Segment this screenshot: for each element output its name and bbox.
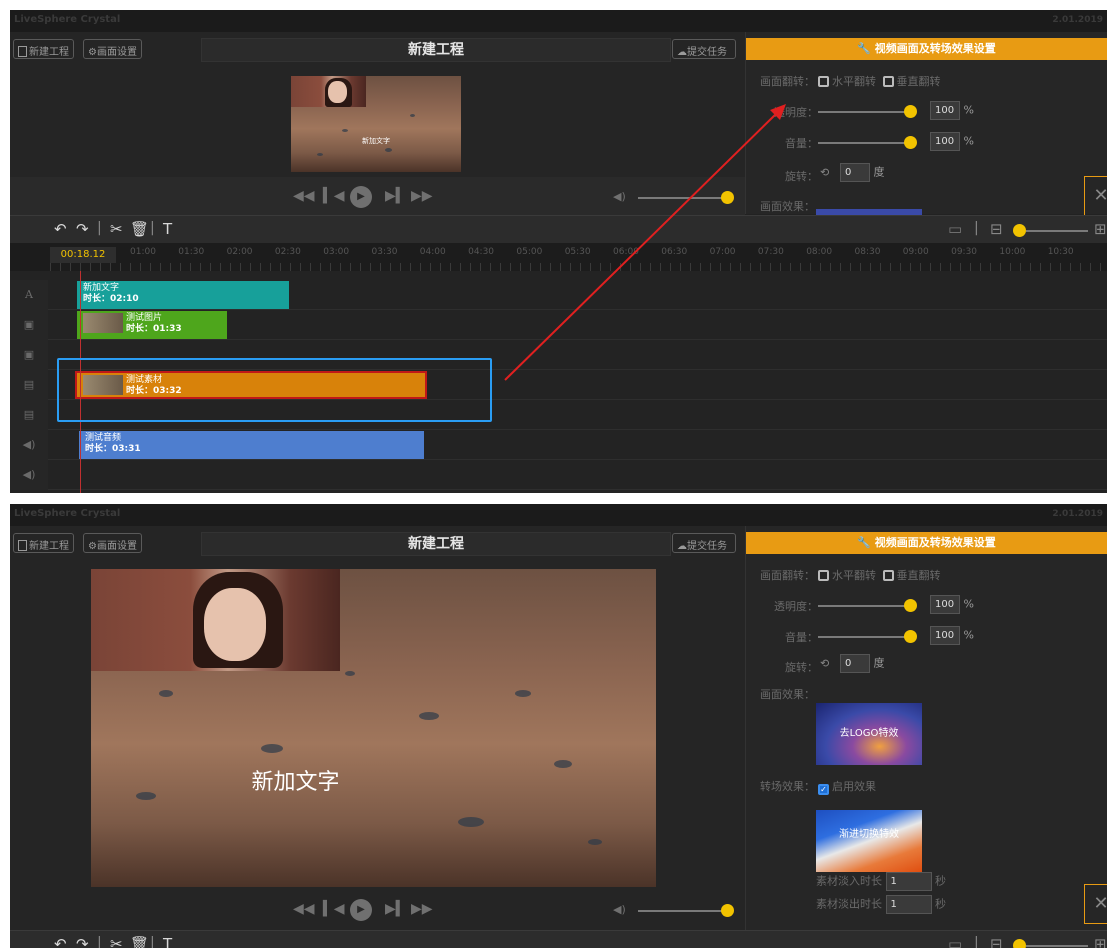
opacity-slider[interactable] (818, 605, 910, 607)
zoom-slider-knob[interactable] (1013, 939, 1026, 948)
volume-input[interactable]: 100 % (930, 626, 974, 645)
preview-overlay-text: 新加文字 (251, 770, 340, 795)
monitor-icon[interactable]: ▭ (948, 935, 962, 948)
fade-in-input[interactable]: 1 (885, 872, 932, 891)
zoom-out-icon[interactable]: ⊟ (990, 935, 1003, 948)
gear-icon: ⚙ (88, 541, 97, 552)
trash-icon[interactable]: 🗑 (130, 935, 149, 948)
transition-effect-thumbnail[interactable]: 渐进切换特效 (816, 810, 922, 872)
fade-out-row: 素材淡出时长 1 秒 (816, 895, 946, 914)
volume-label: 音量： (785, 631, 818, 644)
settings-panel: 🔧 视频画面及转场效果设置 画面翻转： 水平翻转 垂直翻转 透明度： 100 % … (745, 526, 1107, 930)
transition-row: 转场效果： ✓ 启用效果 (760, 780, 876, 795)
project-title: 新建工程 (201, 532, 671, 556)
play-button[interactable]: ▶ (350, 899, 372, 921)
submit-task-button[interactable]: ☁提交任务 (672, 533, 736, 553)
new-project-button[interactable]: 新建工程 (13, 533, 74, 553)
flip-vertical-checkbox[interactable] (882, 570, 894, 581)
app-title: LiveSphere Crystal (14, 508, 121, 519)
toolbar-divider: | (150, 935, 155, 948)
title-bar: LiveSphere Crystal 2.01.2019 (10, 504, 1107, 526)
fade-out-input[interactable]: 1 (885, 895, 932, 914)
cloud-upload-icon: ☁ (677, 541, 687, 552)
flip-horizontal-checkbox[interactable] (818, 570, 829, 581)
step-forward-icon[interactable]: ▶▍ (385, 901, 407, 917)
app-title-right: 2.01.2019 (1052, 509, 1103, 519)
video-preview: 新加文字 (91, 569, 656, 887)
annotation-arrow (504, 104, 786, 381)
document-icon (18, 540, 27, 551)
screenshot-top: LiveSphere Crystal 2.01.2019 新建工程 ⚙画面设置 … (10, 10, 1107, 493)
canvas-settings-button[interactable]: ⚙画面设置 (83, 533, 142, 553)
fast-forward-icon[interactable]: ▶▶ (411, 901, 433, 917)
screenshot-bottom: LiveSphere Crystal 2.01.2019 新建工程 ⚙画面设置 … (10, 504, 1107, 948)
undo-icon[interactable]: ↶ (54, 935, 67, 948)
settings-panel-header: 🔧 视频画面及转场效果设置 (746, 532, 1107, 554)
toolbar-divider: | (97, 935, 102, 948)
redo-icon[interactable]: ↷ (76, 935, 89, 948)
clip-volume-slider[interactable] (818, 636, 910, 638)
flip-row: 画面翻转： 水平翻转 垂直翻转 (760, 569, 941, 582)
zoom-in-icon[interactable]: ⊞ (1094, 935, 1107, 948)
volume-slider[interactable] (638, 910, 728, 912)
rotate-icon[interactable]: ⟲ (820, 657, 829, 670)
playback-controls: ◀◀ ▍◀ ▶ ▶▍ ▶▶ ◀) (10, 890, 745, 930)
toolbar-divider: | (974, 935, 979, 948)
rotate-input[interactable]: 0 度 (840, 654, 885, 673)
opacity-input[interactable]: 100 % (930, 595, 974, 614)
timeline-toolbar: ↶ ↷ | ✂ 🗑 | T ▭ | ⊟ ⊞ (10, 930, 1107, 948)
step-back-icon[interactable]: ▍◀ (323, 901, 345, 917)
scissors-icon[interactable]: ✂ (110, 935, 123, 948)
text-tool-icon[interactable]: T (163, 935, 172, 948)
zoom-slider[interactable] (1026, 945, 1088, 947)
volume-icon[interactable]: ◀) (613, 903, 626, 916)
effect-label: 画面效果： (760, 688, 815, 701)
clip-volume-slider-knob[interactable] (904, 630, 917, 643)
opacity-slider-knob[interactable] (904, 599, 917, 612)
opacity-label: 透明度： (774, 600, 818, 613)
volume-slider-knob[interactable] (721, 904, 734, 917)
fade-in-row: 素材淡入时长 1 秒 (816, 872, 946, 891)
preview-pane: 新建工程 ⚙画面设置 新建工程 ☁提交任务 新加文字 ◀◀ ▍◀ ▶ ▶▍ ▶▶… (10, 526, 745, 930)
wrench-icon: 🔧 (857, 536, 871, 549)
transition-enable-checkbox[interactable]: ✓ (818, 784, 829, 795)
logo-removal-effect-thumbnail[interactable]: 去LOGO特效 (816, 703, 922, 765)
rotate-label: 旋转： (785, 661, 818, 674)
close-panel-button[interactable]: ✕ (1084, 884, 1107, 924)
fast-rewind-icon[interactable]: ◀◀ (293, 901, 315, 917)
